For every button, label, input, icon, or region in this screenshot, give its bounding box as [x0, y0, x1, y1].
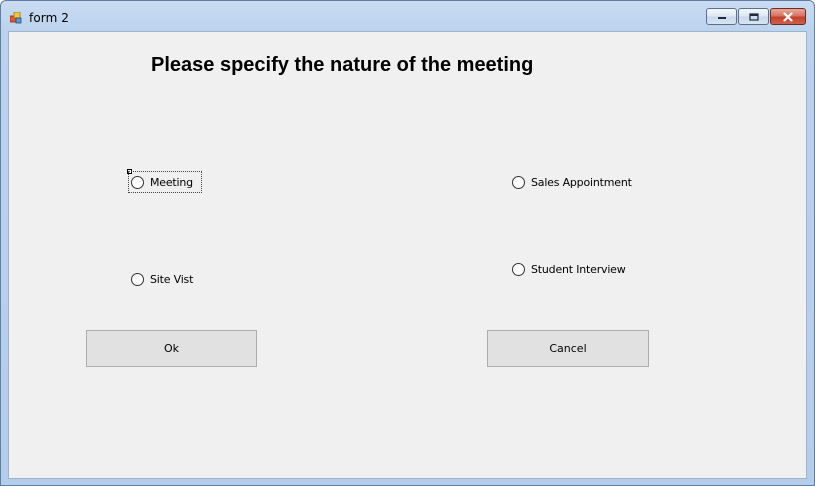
close-icon — [783, 12, 793, 21]
radio-sales-appointment[interactable]: Sales Appointment — [512, 173, 632, 191]
app-window: form 2 Please specify the nature of the … — [0, 0, 815, 486]
page-title: Please specify the nature of the meeting — [151, 54, 534, 76]
radio-circle[interactable] — [512, 262, 525, 276]
window-title: form 2 — [29, 11, 70, 25]
minimize-icon — [717, 16, 726, 19]
radio-site-visit[interactable]: Site Vist — [131, 270, 193, 288]
title-bar[interactable]: form 2 — [1, 1, 814, 31]
radio-circle[interactable] — [512, 175, 525, 189]
ok-button[interactable]: Ok — [86, 330, 257, 367]
form-client-area: Please specify the nature of the meeting… — [8, 31, 807, 479]
radio-meeting[interactable]: Meeting — [128, 171, 202, 193]
radio-student-interview[interactable]: Student Interview — [512, 260, 626, 278]
maximize-button[interactable] — [738, 8, 769, 25]
radio-circle[interactable] — [131, 272, 144, 286]
caption-buttons — [706, 8, 806, 25]
radio-circle[interactable] — [131, 175, 144, 189]
winforms-app-icon — [9, 11, 22, 24]
minimize-button[interactable] — [706, 8, 737, 25]
close-button[interactable] — [770, 8, 806, 25]
radio-label-site-visit: Site Vist — [150, 272, 194, 286]
radio-label-student-interview: Student Interview — [531, 262, 626, 276]
maximize-icon — [748, 12, 759, 21]
radio-label-sales-appointment: Sales Appointment — [531, 175, 632, 189]
radio-label-meeting: Meeting — [150, 175, 193, 189]
cancel-button[interactable]: Cancel — [487, 330, 649, 367]
